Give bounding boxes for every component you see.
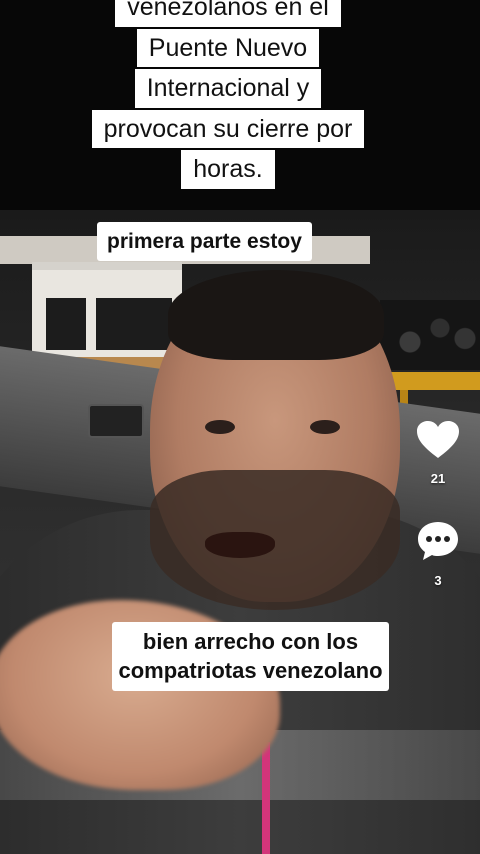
like-button[interactable]: 21 bbox=[410, 420, 466, 486]
title-caption-line: horas. bbox=[181, 150, 275, 189]
like-count: 21 bbox=[430, 471, 446, 486]
booth-window bbox=[136, 298, 172, 350]
heart-icon bbox=[410, 420, 466, 465]
comment-bubble-icon bbox=[410, 520, 466, 567]
left-eye bbox=[205, 420, 235, 434]
comment-button[interactable]: 3 bbox=[410, 520, 466, 588]
title-caption-line: provocan su cierre por bbox=[91, 109, 365, 148]
title-caption-line: Puente Nuevo bbox=[136, 28, 320, 67]
booth-window bbox=[96, 298, 136, 350]
crowd bbox=[380, 300, 480, 370]
title-caption-line: Internacional y bbox=[134, 69, 322, 108]
person-mouth bbox=[205, 532, 275, 558]
phone-in-hand bbox=[88, 404, 144, 438]
right-eye bbox=[310, 420, 340, 434]
booth-window bbox=[46, 298, 86, 350]
person-hair bbox=[168, 270, 384, 360]
jacket-zipper bbox=[262, 742, 270, 854]
comment-count: 3 bbox=[434, 573, 442, 588]
person-beard bbox=[150, 470, 400, 610]
title-caption: venezolanos en el Puente Nuevo Internaci… bbox=[64, 0, 392, 189]
subtitle-caption-top: primera parte estoy bbox=[97, 222, 312, 262]
subtitle-caption-bottom: bien arrecho con los compatriotas venezo… bbox=[112, 622, 389, 692]
title-caption-line: venezolanos en el bbox=[115, 0, 341, 27]
